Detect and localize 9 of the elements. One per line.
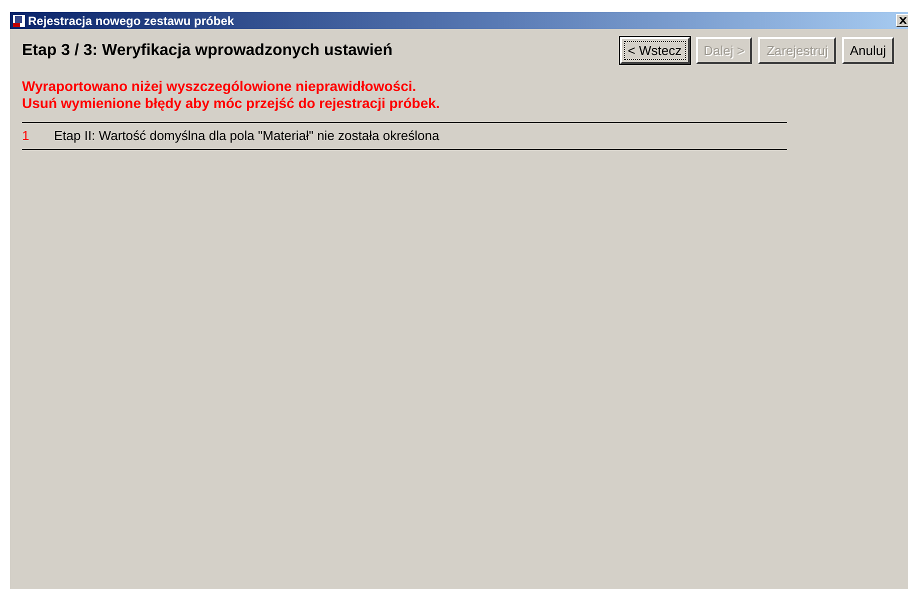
app-icon [12,14,26,28]
window-title: Rejestracja nowego zestawu próbek [28,14,236,28]
wizard-button[interactable]: Anuluj [842,37,894,64]
wizard-button[interactable]: < Wstecz [620,37,690,64]
step-heading: Etap 3 / 3: Weryfikacja wprowadzonych ustawień [22,42,394,60]
error-number: 1 [22,128,30,143]
error-text: Etap II: Wartość domyślna dla pola "Materiał" nie została określona [54,128,440,143]
close-button[interactable] [896,14,908,27]
error-message: Wyraportowano niżej wyszczególowione nieprawidłowości. Usuń wymienione błędy aby móc przejść do rejestracji próbek. [22,78,441,112]
